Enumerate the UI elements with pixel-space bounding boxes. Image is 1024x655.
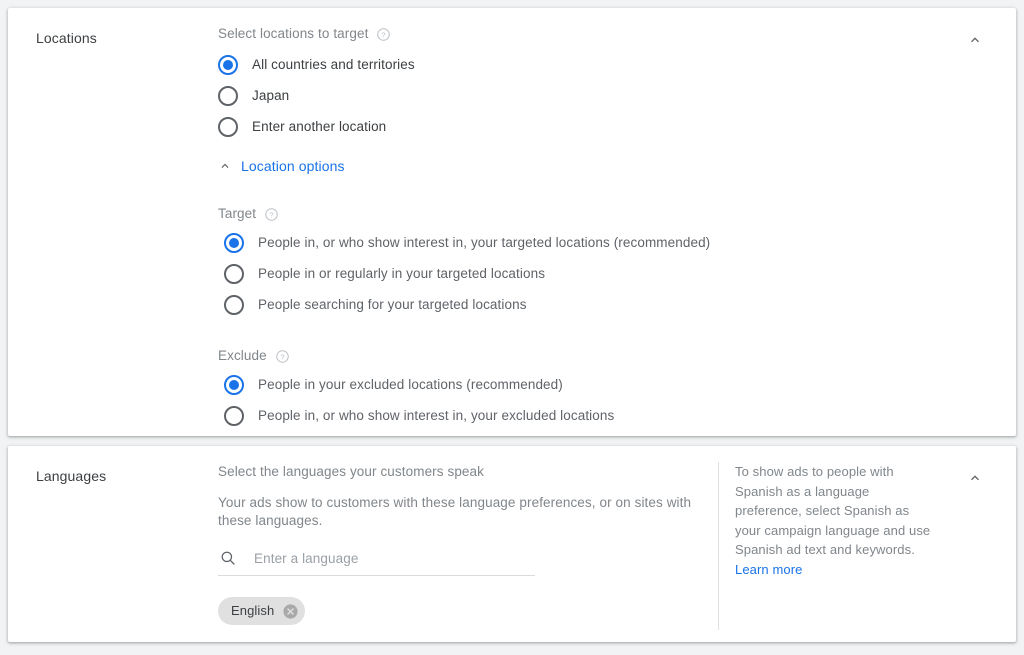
- chevron-up-icon: [218, 159, 232, 173]
- svg-text:?: ?: [270, 210, 274, 219]
- languages-body: Select the languages your customers spea…: [218, 462, 1016, 630]
- locations-option-2[interactable]: Enter another location: [218, 111, 1006, 142]
- languages-description: Your ads show to customers with these la…: [218, 495, 692, 528]
- learn-more-link[interactable]: Learn more: [735, 560, 802, 580]
- languages-section-label: Languages: [36, 468, 107, 484]
- radio-indicator[interactable]: [224, 405, 244, 426]
- radio-indicator[interactable]: [224, 232, 244, 253]
- languages-card: Languages Select the languages your cust…: [8, 446, 1016, 642]
- locations-option-label: Japan: [252, 87, 290, 103]
- languages-info-text: To show ads to people with Spanish as a …: [735, 464, 931, 557]
- target-label: Target: [218, 206, 257, 221]
- exclude-option-label: People in, or who show interest in, your…: [258, 407, 615, 423]
- exclude-label-row: Exclude ?: [218, 346, 1006, 366]
- target-block: Target ? People in, or who show interest…: [218, 204, 1006, 320]
- language-chip-list: English: [218, 597, 696, 625]
- locations-row: Locations Select locations to target ? A: [8, 24, 1016, 431]
- settings-page: Locations Select locations to target ? A: [0, 0, 1024, 655]
- exclude-radio-group: People in your excluded locations (recom…: [218, 369, 1006, 431]
- close-circle-icon[interactable]: [282, 603, 299, 620]
- exclude-label: Exclude: [218, 348, 267, 363]
- locations-option-label: All countries and territories: [252, 56, 415, 72]
- target-option-label: People searching for your targeted locat…: [258, 296, 527, 312]
- help-circle-icon[interactable]: ?: [264, 207, 279, 222]
- locations-collapse-button[interactable]: [962, 27, 988, 53]
- locations-radio-group: All countries and territories Japan Ente…: [218, 49, 1006, 142]
- target-option-1[interactable]: People in or regularly in your targeted …: [218, 258, 1006, 289]
- svg-text:?: ?: [280, 352, 284, 361]
- chevron-up-icon: [971, 37, 979, 43]
- locations-option-label: Enter another location: [252, 118, 387, 134]
- target-option-label: People in, or who show interest in, your…: [258, 234, 711, 250]
- select-locations-label-row: Select locations to target ?: [218, 24, 1006, 44]
- search-icon: [218, 548, 238, 568]
- exclude-block: Exclude ? People in your excluded locati…: [218, 346, 1006, 431]
- languages-title: Select the languages your customers spea…: [218, 464, 484, 479]
- radio-indicator[interactable]: [218, 116, 238, 137]
- radio-indicator[interactable]: [224, 374, 244, 395]
- locations-section-label: Locations: [36, 30, 97, 46]
- target-option-label: People in or regularly in your targeted …: [258, 265, 546, 281]
- languages-main: Select the languages your customers spea…: [218, 462, 718, 625]
- language-search-input[interactable]: [254, 550, 535, 566]
- exclude-option-1[interactable]: People in, or who show interest in, your…: [218, 400, 1006, 431]
- languages-info-panel: To show ads to people with Spanish as a …: [718, 462, 950, 630]
- languages-row: Languages Select the languages your cust…: [8, 462, 1016, 630]
- location-options-label: Location options: [241, 158, 345, 174]
- select-locations-label: Select locations to target: [218, 26, 369, 41]
- language-chip[interactable]: English: [218, 597, 306, 625]
- target-radio-group: People in, or who show interest in, your…: [218, 227, 1006, 320]
- locations-body: Select locations to target ? All countri…: [218, 24, 1016, 431]
- locations-option-1[interactable]: Japan: [218, 80, 1006, 111]
- radio-indicator[interactable]: [224, 294, 244, 315]
- help-circle-icon[interactable]: ?: [376, 27, 391, 42]
- language-chip-label: English: [231, 603, 275, 618]
- location-options-toggle[interactable]: Location options: [218, 156, 345, 176]
- exclude-option-label: People in your excluded locations (recom…: [258, 376, 563, 392]
- target-option-0[interactable]: People in, or who show interest in, your…: [218, 227, 1006, 258]
- languages-collapse-button[interactable]: [962, 465, 988, 491]
- chevron-up-icon: [971, 475, 979, 481]
- language-search-field[interactable]: [218, 548, 535, 576]
- exclude-option-0[interactable]: People in your excluded locations (recom…: [218, 369, 1006, 400]
- radio-indicator[interactable]: [224, 263, 244, 284]
- radio-indicator[interactable]: [218, 85, 238, 106]
- svg-text:?: ?: [382, 30, 386, 39]
- radio-indicator[interactable]: [218, 54, 238, 75]
- locations-card: Locations Select locations to target ? A: [8, 8, 1016, 436]
- help-circle-icon[interactable]: ?: [275, 349, 290, 364]
- target-option-2[interactable]: People searching for your targeted locat…: [218, 289, 1006, 320]
- locations-option-0[interactable]: All countries and territories: [218, 49, 1006, 80]
- target-label-row: Target ?: [218, 204, 1006, 224]
